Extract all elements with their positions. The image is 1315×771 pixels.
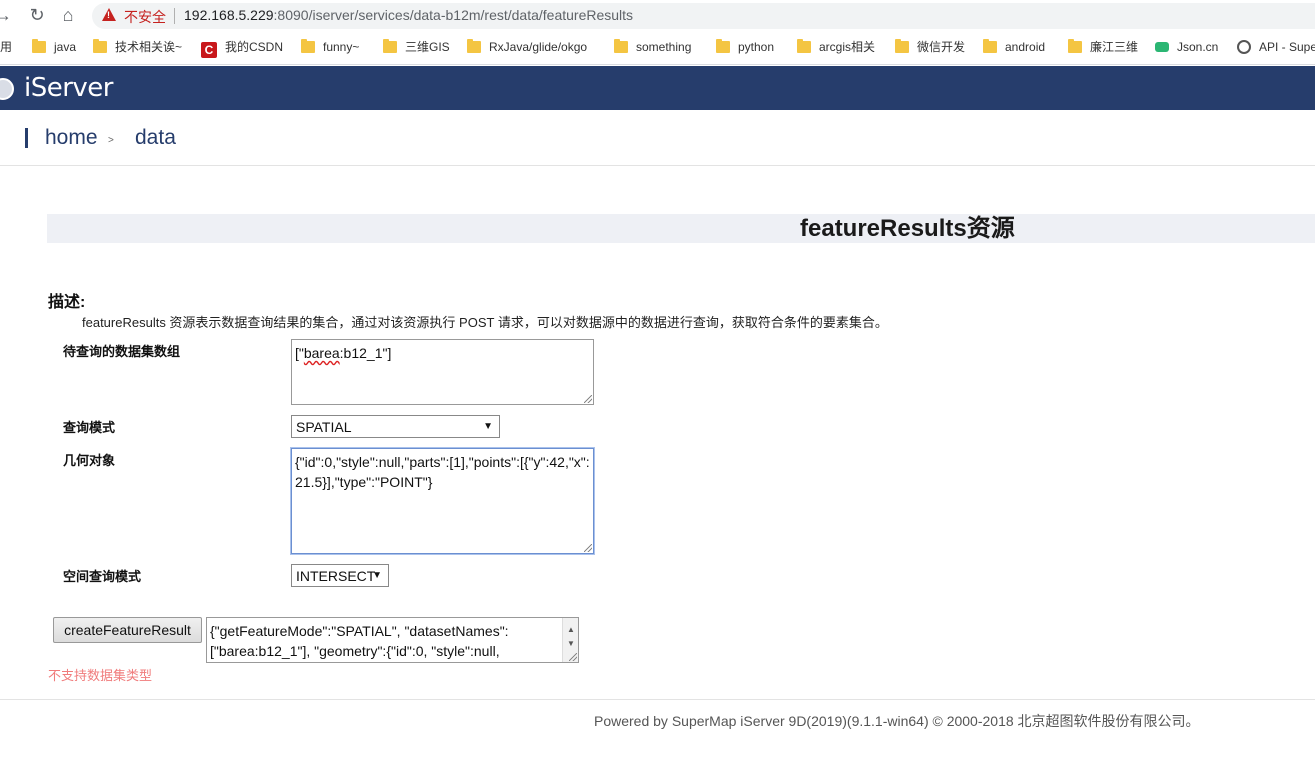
bookmark-item[interactable]: RxJava/glide/okgo	[467, 39, 587, 55]
folder-icon	[983, 39, 997, 53]
bookmark-label: something	[636, 40, 692, 54]
bookmark-item[interactable]: API - Supe	[1237, 39, 1315, 55]
datasets-value-word: barea	[303, 345, 340, 361]
bookmark-label: java	[54, 40, 77, 54]
spatial-query-mode-value: INTERSECT	[296, 568, 376, 584]
csdn-icon: C	[201, 42, 217, 58]
bookmark-label: Json.cn	[1177, 40, 1219, 54]
bookmark-label: RxJava/glide/okgo	[489, 40, 588, 54]
bookmark-label: 技术相关诶~	[115, 40, 183, 54]
address-bar[interactable]: 不安全 192.168.5.229:8090/iserver/services/…	[92, 3, 1315, 29]
error-message: 不支持数据集类型	[48, 668, 153, 683]
dropdown-arrow-icon: ▼	[483, 421, 493, 432]
geometry-value: {"id":0,"style":null,"parts":[1],"points…	[295, 454, 590, 490]
home-icon[interactable]: ⌂	[57, 4, 79, 26]
description-heading: 描述:	[48, 294, 86, 311]
bookmark-item[interactable]: Json.cn	[1155, 39, 1218, 55]
spatial-query-mode-label: 空间查询模式	[63, 569, 142, 584]
folder-icon	[895, 39, 909, 53]
folder-icon	[716, 39, 730, 53]
url-text[interactable]: 192.168.5.229:8090/iserver/services/data…	[184, 7, 633, 23]
geometry-input[interactable]: {"id":0,"style":null,"parts":[1],"points…	[290, 447, 595, 555]
request-body-textarea[interactable]: {"getFeatureMode":"SPATIAL", "datasetNam…	[206, 617, 579, 663]
spatial-query-mode-select[interactable]: INTERSECT ▼	[291, 564, 389, 587]
breadcrumb-data[interactable]: data	[135, 126, 176, 150]
url-host: 192.168.5.229	[184, 7, 274, 23]
query-mode-label: 查询模式	[63, 420, 116, 435]
globe-icon	[1237, 40, 1251, 54]
bookmark-label: 微信开发	[917, 40, 966, 54]
query-mode-select[interactable]: SPATIAL ▼	[291, 415, 500, 438]
bookmark-item[interactable]: 三维GIS	[383, 39, 450, 55]
bookmark-item[interactable]: android	[983, 39, 1045, 55]
datasets-value-prefix: ["	[295, 345, 304, 361]
resize-handle-icon[interactable]	[584, 544, 592, 552]
reload-icon[interactable]: ↻	[26, 4, 48, 26]
datasets-label: 待查询的数据集数组	[63, 344, 181, 359]
bookmark-label: funny~	[323, 40, 360, 54]
create-feature-result-button[interactable]: createFeatureResult	[53, 617, 202, 643]
bookmark-label: android	[1005, 40, 1046, 54]
bookmark-item[interactable]: 廉江三维	[1068, 39, 1138, 55]
title-band	[47, 214, 1315, 243]
description-text: featureResults 资源表示数据查询结果的集合，通过对该资源执行 PO…	[82, 315, 888, 330]
folder-icon	[797, 39, 811, 53]
bookmark-item[interactable]: 技术相关诶~	[93, 39, 182, 55]
geometry-label: 几何对象	[63, 453, 116, 468]
bookmark-label: 三维GIS	[405, 40, 450, 54]
bookmark-item[interactable]: 微信开发	[895, 39, 965, 55]
resize-handle-icon[interactable]	[569, 653, 577, 661]
url-path: :8090/iserver/services/data-b12m/rest/da…	[273, 7, 634, 23]
footer-divider	[0, 699, 1315, 700]
warning-icon	[102, 8, 116, 21]
folder-icon	[301, 39, 315, 53]
datasets-input[interactable]: ["barea:b12_1"]	[291, 339, 594, 405]
address-separator	[174, 8, 175, 24]
json-icon	[1155, 42, 1169, 52]
folder-icon	[467, 39, 481, 53]
bookmark-label: 廉江三维	[1090, 40, 1139, 54]
browser-toolbar: → ↻ ⌂ 不安全 192.168.5.229:8090/iserver/ser…	[0, 0, 1315, 31]
bookmark-label: python	[738, 40, 775, 54]
header-divider	[0, 165, 1315, 166]
bookmark-label: 我的CSDN	[225, 40, 284, 54]
bookmark-item[interactable]: something	[614, 39, 691, 55]
folder-icon	[1068, 39, 1082, 53]
folder-icon	[32, 39, 46, 53]
breadcrumb-marker	[25, 128, 28, 148]
logo-globe-icon	[0, 78, 14, 100]
query-mode-value: SPATIAL	[296, 419, 352, 435]
resize-handle-icon[interactable]	[584, 395, 592, 403]
bookmark-label: API - Supe	[1259, 40, 1315, 54]
request-body-text: {"getFeatureMode":"SPATIAL", "datasetNam…	[210, 623, 509, 659]
insecure-label[interactable]: 不安全	[124, 7, 166, 27]
bookmark-item[interactable]: funny~	[301, 39, 359, 55]
scroll-down-icon[interactable]: ▼	[567, 634, 575, 654]
footer-text: Powered by SuperMap iServer 9D(2019)(9.1…	[594, 713, 1200, 729]
folder-icon	[93, 39, 107, 53]
bookmark-item[interactable]: python	[716, 39, 774, 55]
bookmark-item[interactable]: C 我的CSDN	[201, 39, 284, 58]
breadcrumb-home[interactable]: home	[45, 126, 98, 150]
app-header: iServer	[0, 66, 1315, 110]
app-logo[interactable]: iServer	[24, 73, 114, 103]
folder-icon	[614, 39, 628, 53]
page-title: featureResults资源	[800, 215, 1015, 242]
forward-icon[interactable]: →	[0, 4, 14, 26]
bookmark-item[interactable]: arcgis相关	[797, 39, 875, 55]
bookmark-item[interactable]: 用	[0, 39, 12, 55]
bookmark-item[interactable]: java	[32, 39, 76, 55]
dropdown-arrow-icon: ▼	[372, 570, 382, 581]
bookmark-label: 用	[0, 40, 13, 54]
folder-icon	[383, 39, 397, 53]
bookmark-label: arcgis相关	[819, 40, 876, 54]
breadcrumb-separator: >	[108, 135, 114, 146]
bookmarks-bar: 用 java 技术相关诶~ C 我的CSDN funny~ 三维GIS RxJav…	[0, 31, 1315, 65]
datasets-value-suffix: :b12_1"]	[339, 345, 392, 361]
request-body-scrollbar[interactable]: ▲ ▼	[562, 618, 578, 662]
